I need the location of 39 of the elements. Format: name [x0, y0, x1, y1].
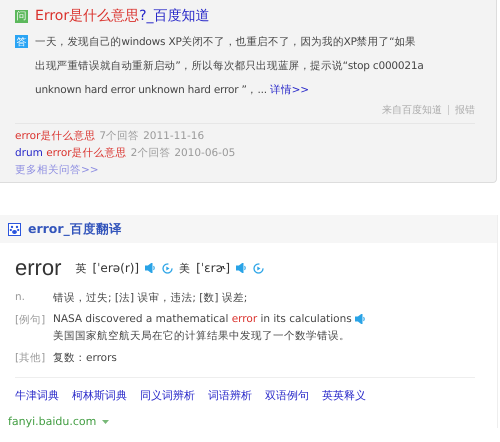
example-translation: 美国国家航空航天局在它的计算结果中发现了一个数学错误。: [53, 329, 351, 343]
answer-badge: 答: [15, 35, 28, 48]
speaker-icon[interactable]: [354, 314, 366, 324]
question-badge: 问: [15, 10, 28, 22]
caret-icon[interactable]: [102, 420, 110, 424]
plural-form: 复数：errors: [53, 351, 117, 365]
speaker-icon[interactable]: [236, 263, 248, 273]
answer-snippet: 一天，发现自己的windows XP关闭不了，也重启不了，因为我的XP禁用了“如果出现严重错误就自动重新启动”，所以每次都只出现蓝屏，提示说“stop c000021a unknown hard error unknown hard error ”，... 详情>>: [35, 35, 425, 98]
accent-label: 美: [179, 260, 190, 276]
definition: 错误，过失; [法] 误审，违法; [数] 误差;: [53, 291, 248, 305]
result-title-link[interactable]: Error是什么意思?_百度知道: [35, 7, 210, 25]
translate-title-link[interactable]: error_百度翻译: [28, 220, 122, 238]
speaker-icon[interactable]: [145, 263, 156, 273]
paw-icon: [8, 222, 21, 236]
dictionary-link[interactable]: 词语辨析: [208, 388, 252, 403]
example-label: [例句]: [15, 313, 46, 328]
accent-label: 英: [75, 260, 86, 276]
phonetic: [ˈerə(r)]: [92, 261, 140, 275]
answer-count: 7个回答: [99, 129, 140, 144]
dictionary-link[interactable]: 牛津词典: [15, 388, 59, 403]
other-label: [其他]: [15, 351, 46, 365]
source-label: 来自百度知道: [382, 104, 442, 117]
related-question-link[interactable]: error是什么意思: [15, 128, 96, 145]
play-icon[interactable]: [253, 262, 264, 274]
dictionary-link[interactable]: 同义词辨析: [140, 388, 195, 403]
question-date: 2011-11-16: [143, 129, 204, 144]
dictionary-link[interactable]: 双语例句: [265, 388, 309, 403]
headword: error: [15, 255, 62, 281]
play-icon[interactable]: [162, 262, 174, 274]
dictionary-link[interactable]: 柯林斯词典: [72, 388, 127, 403]
question-date: 2010-06-05: [174, 146, 236, 161]
phonetic: [ˈɛrɚ]: [196, 261, 230, 275]
part-of-speech: n.: [15, 291, 26, 305]
related-question-link[interactable]: drum error是什么意思: [15, 145, 127, 162]
dictionary-link[interactable]: 英英释义: [322, 388, 366, 403]
details-link[interactable]: 详情>>: [270, 84, 309, 96]
site-url: fanyi.baidu.com: [8, 415, 96, 428]
answer-count: 2个回答: [130, 146, 170, 161]
example-sentence: NASA discovered a mathematical error in its calculations: [53, 313, 352, 325]
